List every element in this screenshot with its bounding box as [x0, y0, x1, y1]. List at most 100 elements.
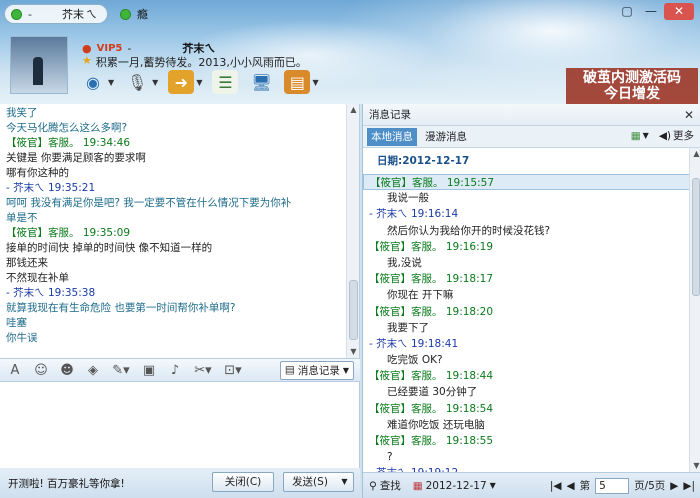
more-label: 更多 [673, 130, 694, 142]
doodle-icon[interactable]: ✎▾ [110, 363, 132, 378]
contact-dash: - [127, 41, 132, 55]
chat-scrollbar[interactable]: ▲ ▼ [346, 104, 359, 358]
record-message-text: 然后你认为我给你开的时候没花钱? [387, 224, 551, 237]
create-discussion-icon: ☰ [212, 70, 239, 94]
close-window-button[interactable]: ✕ [664, 3, 694, 20]
record-message-header: 【筱官】客服。 19:18:44 [369, 370, 493, 383]
message-text: 哇塞 [6, 317, 27, 329]
tab-local-messages[interactable]: 本地消息 [367, 127, 417, 146]
remote-desktop-button[interactable]: 🖥 [248, 70, 274, 94]
create-discussion-button[interactable]: ☰ [212, 70, 239, 94]
send-options-chevron-icon[interactable]: ▼ [336, 472, 354, 492]
conversation-tab[interactable]: 瘾 [114, 4, 154, 24]
record-message-text: 难道你吃饭 还玩电脑 [387, 418, 485, 431]
message-text: 我笑了 [6, 107, 38, 119]
maximize-button[interactable]: ▢ [616, 3, 638, 20]
close-button[interactable]: 关闭(C) [212, 472, 274, 492]
date-picker[interactable]: ▦ 2012-12-17 ▼ [413, 480, 496, 492]
message-history-button[interactable]: ▤ 消息记录 ▼ [279, 360, 354, 380]
record-titlebar: 消息记录 ✕ [363, 104, 700, 126]
record-lines: 【筱官】客服。 19:15:57 我说一般 - 芥末ㄟ 19:16:14 然后你认为我… [363, 174, 700, 472]
record-message-list[interactable]: 日期:2012-12-17 【筱官】客服。 19:15:57 我说一般 - 芥末ㄟ … [363, 148, 700, 472]
chevron-down-icon[interactable]: ▼ [196, 78, 202, 87]
record-message-text: ? [387, 451, 393, 464]
vip-badge[interactable]: VIP5 [97, 43, 123, 54]
close-icon[interactable]: ✕ [684, 108, 694, 122]
contact-avatar[interactable] [10, 36, 68, 94]
voice-icon: 🎙 [127, 72, 148, 92]
image-icon[interactable]: ▣ [140, 363, 158, 378]
more-tools-icon[interactable]: ⊡▾ [222, 363, 244, 378]
next-page-icon[interactable]: ▶ [670, 480, 678, 492]
message-text: 那钱还来 [6, 257, 48, 269]
record-message-header: 【筱官】客服。 19:18:54 [369, 402, 493, 415]
record-message-text: 我说一般 [387, 192, 429, 205]
speaker-icon: ◀) [658, 129, 671, 142]
emoji-icon[interactable]: ☺ [32, 363, 50, 378]
record-message-header: 【筱官】客服。 19:18:17 [369, 273, 493, 286]
record-message-header: 【筱官】客服。 19:18:55 [369, 435, 493, 447]
chat-window-header: - 芥末 ㄟ 瘾 ▢ — ✕ ● VIP5 - 芥末ㄟ ★ 积累一月,蓄势待发。… [0, 0, 700, 104]
record-manager-button[interactable]: ▦ ▼ [631, 130, 649, 142]
message-header: - 芥末ㄟ 19:35:38 [6, 287, 96, 299]
record-message-header: 【筱官】客服。 19:16:19 [369, 240, 493, 253]
shake-icon[interactable]: ◈ [84, 363, 102, 378]
message-text: 不然现在补单 [6, 272, 69, 284]
first-page-icon[interactable]: |◀ [550, 480, 562, 492]
send-button[interactable]: 发送(S) [283, 472, 337, 492]
chevron-down-icon: ▼ [489, 481, 496, 490]
chat-message-list: 我笑了 今天马化腾怎么这么多啊? 【筱官】客服。 19:34:46 关键是 你要满足顾… [6, 106, 342, 346]
music-icon[interactable]: ♪ [166, 363, 184, 378]
record-date-header: 日期:2012-12-17 [377, 155, 470, 167]
message-record-panel: 消息记录 ✕ 本地消息 漫游消息 ▦ ▼ ◀) 更多 日期:2012-12-17… [362, 104, 700, 498]
record-message-text: 你现在 开下嘛 [387, 289, 454, 302]
scroll-down-icon[interactable]: ▼ [347, 346, 359, 358]
record-message-header: - 芥末ㄟ 19:18:41 [369, 337, 459, 350]
chevron-down-icon[interactable]: ▼ [152, 78, 158, 87]
minimize-button[interactable]: — [640, 3, 662, 20]
scroll-down-icon[interactable]: ▼ [690, 460, 700, 472]
last-page-icon[interactable]: ▶| [683, 480, 695, 492]
chevron-down-icon: ▼ [342, 365, 349, 375]
find-button[interactable]: ⚲ 查找 [369, 478, 401, 493]
online-status-icon [120, 8, 131, 20]
chat-message-area[interactable]: 我笑了 今天马化腾怎么这么多啊? 【筱官】客服。 19:34:46 关键是 你要满足顾… [0, 104, 360, 358]
message-text: 你牛误 [6, 332, 38, 344]
record-message-text: 已经要道 30分钟了 [387, 386, 478, 399]
page-number-input[interactable]: 5 [595, 477, 630, 494]
video-call-button[interactable]: ◉ ▼ [80, 70, 114, 94]
chevron-down-icon[interactable]: ▼ [108, 78, 114, 87]
tab-roaming-messages[interactable]: 漫游消息 [421, 128, 471, 146]
promo-link[interactable]: 开测啦! 百万豪礼等你拿! [8, 476, 125, 491]
prev-page-icon[interactable]: ◀ [567, 480, 575, 492]
chevron-down-icon[interactable]: ▼ [312, 78, 318, 87]
screenshot-icon[interactable]: ✂▾ [192, 363, 214, 378]
app-button[interactable]: ▤ ▼ [284, 70, 319, 94]
file-transfer-button[interactable]: ➜ ▼ [168, 70, 202, 94]
voice-call-button[interactable]: 🎙 ▼ [124, 70, 158, 94]
more-button[interactable]: ◀) 更多 [659, 128, 694, 143]
message-header: 【筱官】客服。 19:34:46 [6, 137, 130, 149]
signature-text: 积累一月,蓄势待发。2013,小小风雨而已。 [95, 56, 307, 69]
scroll-up-icon[interactable]: ▲ [347, 104, 359, 116]
scroll-up-icon[interactable]: ▲ [690, 148, 700, 160]
message-text: 就算我现在有生命危险 也要第一时间帮你补单啊? [6, 302, 236, 314]
scroll-thumb[interactable] [349, 280, 358, 340]
record-message-text: 吃完饭 OK? [387, 354, 443, 367]
record-message-header: - 芥末ㄟ 19:16:14 [369, 208, 459, 221]
online-status-icon [11, 8, 22, 20]
message-input[interactable] [0, 382, 360, 468]
tab-contact-name: 芥末 [61, 8, 84, 21]
conversation-tab-active[interactable]: - 芥末 ㄟ [4, 4, 108, 24]
search-icon: ⚲ [369, 479, 377, 492]
ad-banner[interactable]: 破茧内测激活码 今日增发 [566, 68, 698, 104]
record-message-text: 我要下了 [387, 321, 429, 334]
remote-desktop-icon: 🖥 [251, 72, 272, 92]
ad-line2: 今日增发 [604, 86, 660, 102]
vip-emoji-icon[interactable]: ☻ [58, 363, 76, 378]
scroll-thumb[interactable] [692, 178, 700, 296]
font-icon[interactable]: A [6, 363, 24, 378]
bottom-action-bar: 开测啦! 百万豪礼等你拿! 关闭(C) 发送(S) ▼ [0, 468, 360, 498]
conversation-tabs: - 芥末 ㄟ 瘾 [4, 4, 154, 24]
record-scrollbar[interactable]: ▲ ▼ [689, 148, 700, 472]
